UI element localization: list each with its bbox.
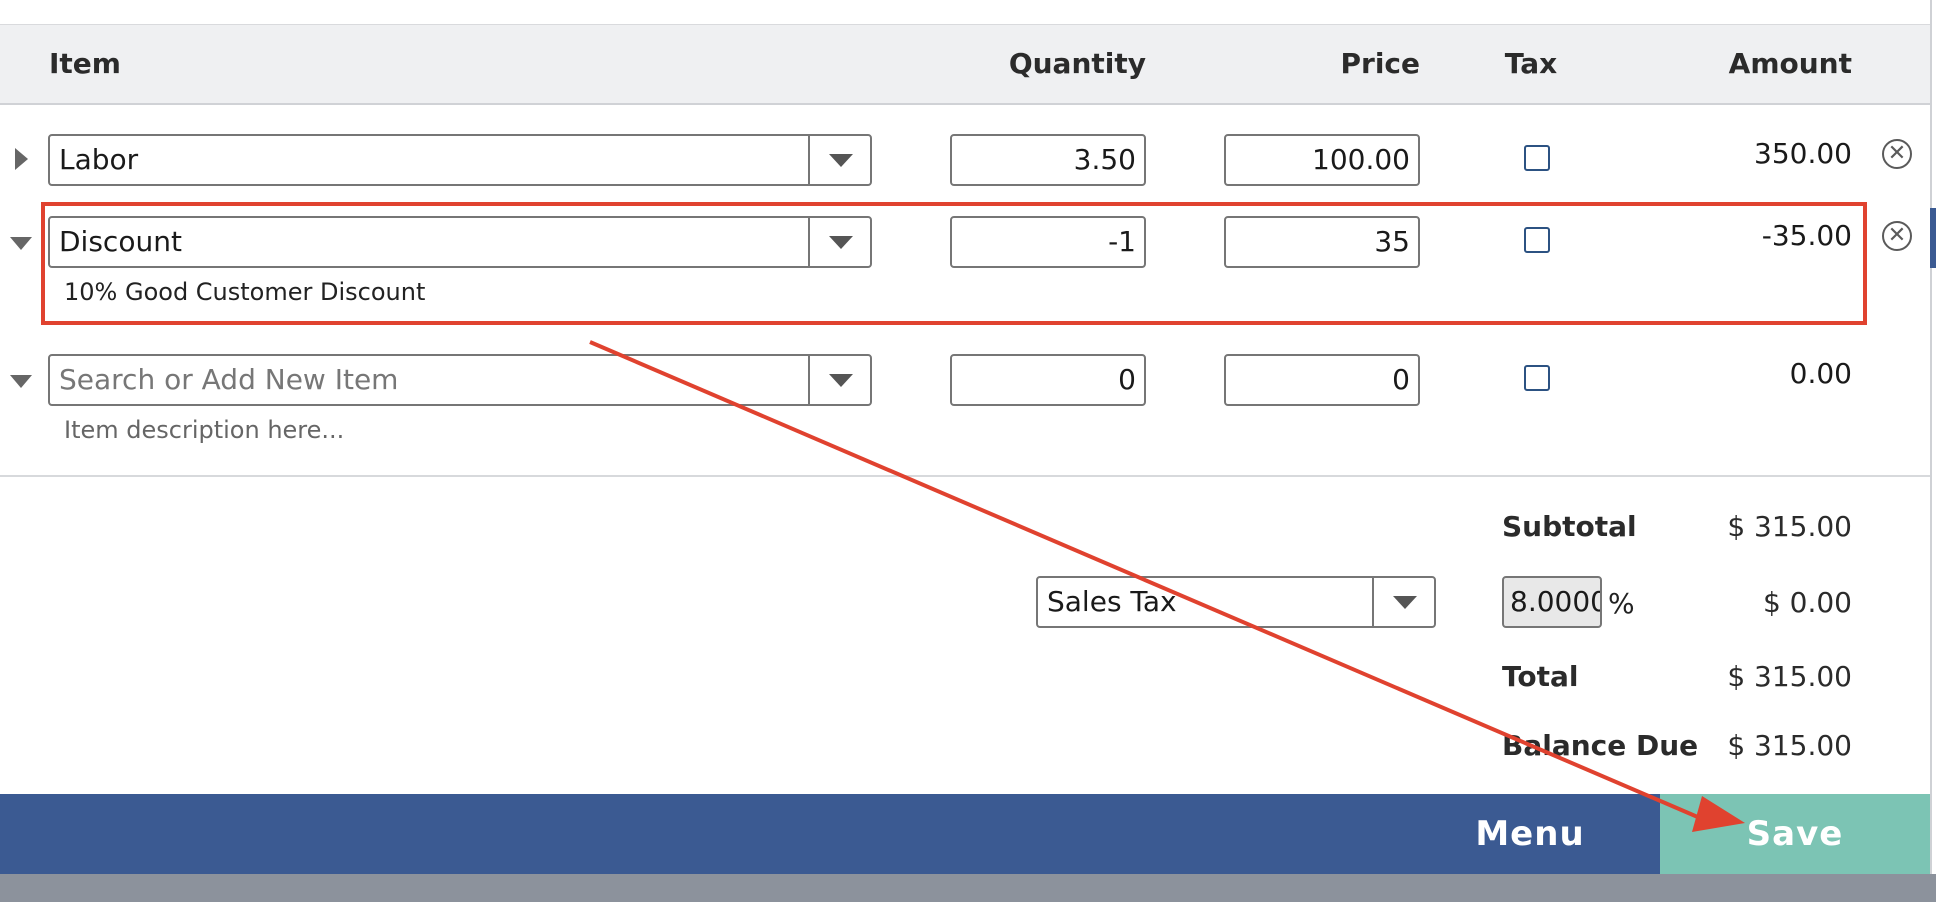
collapse-row-icon[interactable] bbox=[10, 375, 32, 388]
tax-select-toggle[interactable] bbox=[1372, 578, 1434, 626]
highlight-annotation bbox=[41, 202, 1867, 325]
tax-checkbox[interactable] bbox=[1524, 145, 1550, 171]
background-page-edge-accent bbox=[1930, 208, 1936, 268]
column-header-quantity: Quantity bbox=[1008, 47, 1146, 80]
line-items-header: Item Quantity Price Tax Amount bbox=[0, 25, 1930, 105]
background-page-edge bbox=[1930, 0, 1936, 902]
tax-value: $ 0.00 bbox=[1762, 586, 1852, 619]
balance-due-value: $ 315.00 bbox=[1727, 729, 1852, 762]
tax-checkbox[interactable] bbox=[1524, 365, 1550, 391]
item-description-placeholder[interactable]: Item description here... bbox=[64, 416, 344, 444]
line-amount: 0.00 bbox=[1789, 357, 1852, 390]
column-header-amount: Amount bbox=[1728, 47, 1852, 80]
new-item-placeholder: Search or Add New Item bbox=[59, 363, 399, 396]
remove-line-icon[interactable]: ✕ bbox=[1882, 221, 1912, 251]
price-input[interactable]: 0 bbox=[1224, 354, 1420, 406]
save-button[interactable]: Save bbox=[1660, 794, 1930, 874]
column-header-price: Price bbox=[1340, 47, 1420, 80]
item-select-toggle[interactable] bbox=[808, 136, 870, 184]
item-select-value: Labor bbox=[59, 143, 139, 176]
column-header-item: Item bbox=[49, 47, 121, 80]
background-page-strip bbox=[0, 874, 1936, 902]
expand-row-icon[interactable] bbox=[15, 148, 28, 170]
tax-select-value: Sales Tax bbox=[1047, 585, 1177, 618]
chevron-down-icon bbox=[1393, 596, 1417, 609]
column-header-tax: Tax bbox=[1504, 47, 1558, 80]
item-select-toggle[interactable] bbox=[808, 356, 870, 404]
top-strip bbox=[0, 0, 1930, 26]
line-amount: 350.00 bbox=[1754, 137, 1852, 170]
price-input[interactable]: 100.00 bbox=[1224, 134, 1420, 186]
subtotal-label: Subtotal bbox=[1502, 510, 1637, 543]
subtotal-value: $ 315.00 bbox=[1727, 510, 1852, 543]
chevron-down-icon bbox=[829, 154, 853, 167]
total-label: Total bbox=[1502, 660, 1579, 693]
item-select[interactable]: Labor bbox=[48, 134, 872, 186]
chevron-down-icon bbox=[829, 374, 853, 387]
new-item-select[interactable]: Search or Add New Item bbox=[48, 354, 872, 406]
remove-line-icon[interactable]: ✕ bbox=[1882, 139, 1912, 169]
quantity-input[interactable]: 0 bbox=[950, 354, 1146, 406]
tax-rate-input[interactable]: 8.0000 bbox=[1502, 576, 1602, 628]
tax-select[interactable]: Sales Tax bbox=[1036, 576, 1436, 628]
items-divider bbox=[0, 475, 1930, 477]
quantity-input[interactable]: 3.50 bbox=[950, 134, 1146, 186]
menu-button[interactable]: Menu bbox=[1400, 794, 1660, 874]
total-value: $ 315.00 bbox=[1727, 660, 1852, 693]
tax-rate-unit: % bbox=[1608, 587, 1635, 620]
collapse-row-icon[interactable] bbox=[10, 237, 32, 250]
